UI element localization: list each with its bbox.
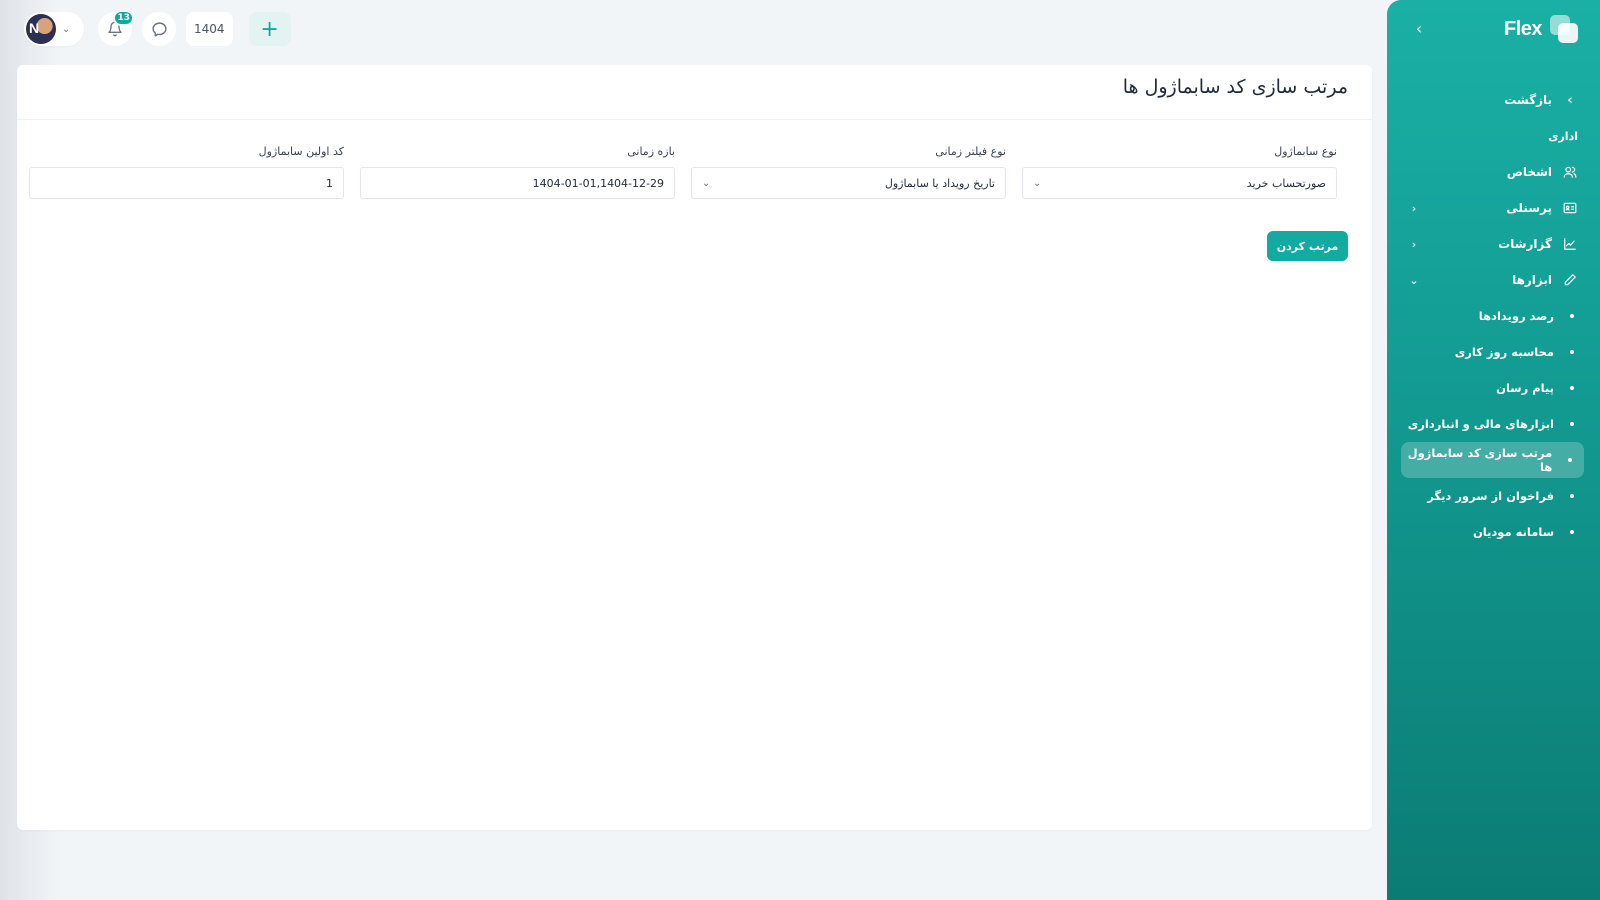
submodule-type-select[interactable]: صورتحساب خرید ⌄ — [1022, 167, 1337, 199]
sidebar-section-label: اداری — [1548, 129, 1578, 143]
chevron-down-icon: ⌄ — [1033, 177, 1042, 189]
sidebar-subitem-sort-submodule-codes[interactable]: مرتب سازی کد سابماژول ها — [1401, 442, 1584, 478]
sidebar-subitem-event-monitoring[interactable]: رصد رویدادها — [1387, 298, 1600, 334]
sidebar-subitem-finance-tools[interactable]: ابزارهای مالی و انبارداری — [1387, 406, 1600, 442]
avatar — [26, 14, 56, 44]
time-range-label: بازه زمانی — [627, 145, 675, 158]
sidebar-item-label: گزارشات — [1498, 237, 1552, 251]
bullet-icon — [1570, 314, 1574, 318]
sidebar-item-people[interactable]: اشخاص — [1387, 154, 1600, 190]
chevron-down-icon: ⌄ — [62, 23, 71, 35]
chat-button[interactable] — [142, 12, 176, 46]
time-filter-type-field: نوع فیلتر زمانی تاریخ رویداد یا سابماژول… — [691, 145, 1006, 199]
sidebar-item-label: ابزارها — [1512, 273, 1552, 287]
sidebar-nav: › بازگشت اداری اشخاص پرسنلی ‹ گزارشات ‹ — [1387, 82, 1600, 550]
sidebar-collapse-button[interactable]: ‹ — [1407, 16, 1431, 40]
bullet-icon — [1570, 494, 1574, 498]
sidebar: ‹ Flex › بازگشت اداری اشخاص پرسنلی ‹ گزا… — [1387, 0, 1600, 900]
bullet-icon — [1568, 458, 1572, 462]
submodule-type-value: صورتحساب خرید — [1246, 176, 1326, 190]
sidebar-subitem-label: رصد رویدادها — [1478, 309, 1554, 323]
bullet-icon — [1570, 386, 1574, 390]
sidebar-subitem-taxpayers-system[interactable]: سامانه مودیان — [1387, 514, 1600, 550]
line-chart-icon — [1562, 237, 1578, 251]
time-range-input[interactable]: 1404-01-01,1404-12-29 — [360, 167, 675, 199]
brand: Flex — [1504, 14, 1578, 44]
add-button[interactable]: + — [248, 12, 291, 46]
chevron-left-icon: ‹ — [1411, 237, 1417, 251]
pencil-icon — [1562, 273, 1578, 287]
notification-badge: 13 — [113, 10, 134, 26]
first-code-label: کد اولین سابماژول — [258, 145, 344, 158]
sidebar-subitem-label: ابزارهای مالی و انبارداری — [1407, 417, 1554, 431]
sidebar-back[interactable]: › بازگشت — [1387, 82, 1600, 118]
id-card-icon — [1562, 201, 1578, 215]
sidebar-subitem-label: پیام رسان — [1496, 381, 1554, 395]
user-menu[interactable]: ⌄ — [24, 12, 84, 46]
time-filter-type-select[interactable]: تاریخ رویداد یا سابماژول ⌄ — [691, 167, 1006, 199]
card-header: مرتب سازی کد سابماژول ها — [17, 65, 1372, 120]
bullet-icon — [1570, 350, 1574, 354]
first-code-input[interactable]: 1 — [29, 167, 344, 199]
first-code-value: 1 — [326, 176, 333, 190]
sort-button[interactable]: مرتب کردن — [1267, 231, 1348, 261]
submodule-type-label: نوع سابماژول — [1274, 145, 1337, 158]
time-range-field: بازه زمانی 1404-01-01,1404-12-29 — [360, 145, 675, 199]
sidebar-subitem-label: محاسبه روز کاری — [1454, 345, 1554, 359]
sidebar-back-label: بازگشت — [1504, 93, 1552, 107]
people-icon — [1562, 165, 1578, 179]
sidebar-item-label: پرسنلی — [1506, 201, 1552, 215]
sidebar-subitem-label: مرتب سازی کد سابماژول ها — [1407, 446, 1553, 474]
bullet-icon — [1570, 530, 1574, 534]
sidebar-item-personnel[interactable]: پرسنلی ‹ — [1387, 190, 1600, 226]
filter-form: نوع سابماژول صورتحساب خرید ⌄ نوع فیلتر ز… — [29, 145, 1360, 205]
sidebar-subitem-remote-fetch[interactable]: فراخوان از سرور دیگر — [1387, 478, 1600, 514]
time-filter-type-value: تاریخ رویداد یا سابماژول — [884, 176, 995, 190]
sidebar-item-tools[interactable]: ابزارها ⌄ — [1387, 262, 1600, 298]
sidebar-subitem-label: سامانه مودیان — [1472, 525, 1554, 539]
sidebar-item-label: اشخاص — [1506, 165, 1552, 179]
sidebar-item-reports[interactable]: گزارشات ‹ — [1387, 226, 1600, 262]
submodule-type-field: نوع سابماژول صورتحساب خرید ⌄ — [1022, 145, 1337, 199]
topbar: ⌄ 13 1404 + — [24, 10, 291, 46]
bullet-icon — [1570, 422, 1574, 426]
time-filter-type-label: نوع فیلتر زمانی — [935, 145, 1006, 158]
chevron-right-icon: › — [1567, 92, 1573, 108]
brand-name: Flex — [1503, 17, 1543, 40]
notifications-button[interactable]: 13 — [98, 10, 134, 46]
time-range-value: 1404-01-01,1404-12-29 — [532, 176, 664, 190]
chevron-down-icon: ⌄ — [1409, 273, 1419, 287]
page-title: مرتب سازی کد سابماژول ها — [1122, 76, 1348, 98]
sidebar-subitem-messenger[interactable]: پیام رسان — [1387, 370, 1600, 406]
chevron-down-icon: ⌄ — [702, 177, 711, 189]
fiscal-year-button[interactable]: 1404 — [186, 12, 233, 46]
flex-logo-icon — [1550, 15, 1578, 43]
main-card: مرتب سازی کد سابماژول ها نوع سابماژول صو… — [17, 65, 1372, 830]
chat-icon — [151, 21, 167, 37]
chevron-left-icon: ‹ — [1411, 201, 1417, 215]
sidebar-subitem-label: فراخوان از سرور دیگر — [1427, 489, 1554, 503]
first-code-field: کد اولین سابماژول 1 — [29, 145, 344, 199]
sidebar-subitem-workday-calc[interactable]: محاسبه روز کاری — [1387, 334, 1600, 370]
chevron-left-icon: ‹ — [1415, 18, 1423, 38]
